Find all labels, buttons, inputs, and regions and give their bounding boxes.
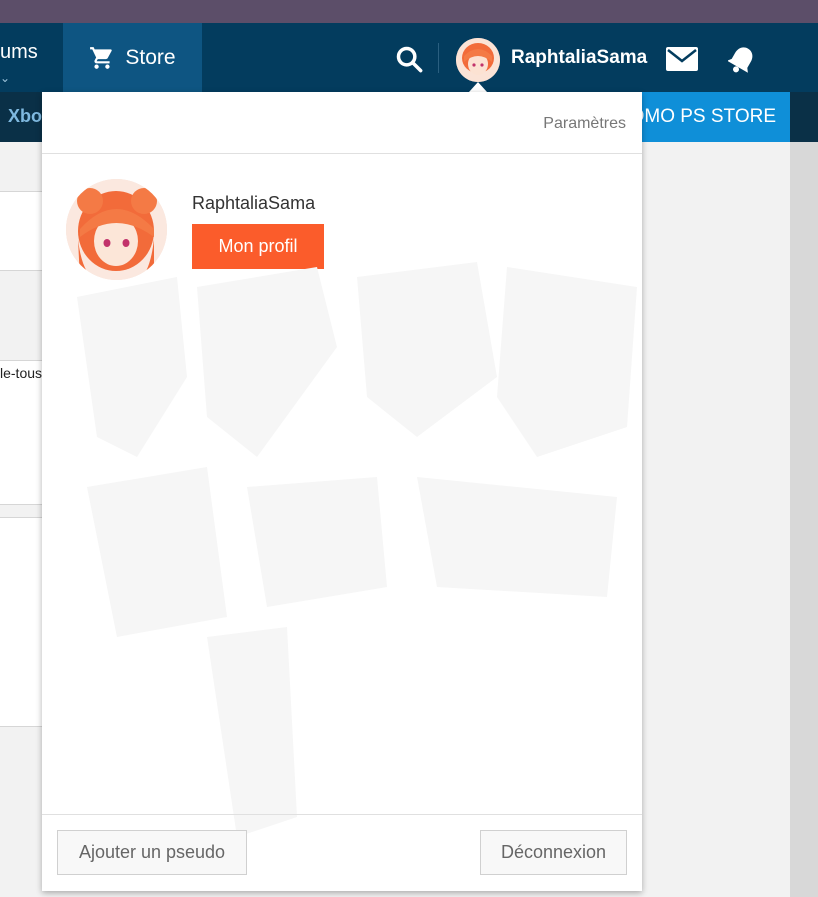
site-navbar: ums ⌄ Store RaphtaliaSama (0, 23, 818, 92)
account-dropdown: Paramètres RaphtaliaSama Mon profil Ajou… (42, 92, 642, 891)
background-watermark (77, 262, 637, 837)
background-card (0, 517, 42, 727)
subnav-xbox-link[interactable]: Xbo (8, 106, 42, 127)
nav-avatar[interactable] (456, 38, 500, 82)
nav-store-tab[interactable]: Store (63, 23, 202, 92)
browser-top-strip (0, 0, 818, 23)
dropdown-caret (469, 82, 487, 92)
cart-icon (90, 46, 113, 69)
settings-link[interactable]: Paramètres (543, 115, 626, 133)
nav-store-label: Store (125, 45, 176, 69)
promo-ps-store-button[interactable]: OMO PS STORE (626, 92, 790, 142)
avatar-image (456, 38, 500, 82)
nav-divider (438, 43, 439, 73)
background-snippet: le-tous (0, 365, 43, 381)
chevron-down-icon[interactable]: ⌄ (0, 71, 10, 85)
profile-username: RaphtaliaSama (192, 193, 316, 213)
divider (42, 153, 642, 154)
divider (42, 814, 642, 815)
nav-forums-label[interactable]: ums (0, 41, 38, 64)
mail-icon[interactable] (666, 47, 698, 71)
nav-username[interactable]: RaphtaliaSama (511, 47, 647, 69)
add-pseudo-button[interactable]: Ajouter un pseudo (57, 830, 247, 875)
bell-icon[interactable] (728, 45, 756, 75)
logout-button[interactable]: Déconnexion (480, 830, 627, 875)
background-card (0, 360, 42, 505)
background-card (0, 191, 42, 271)
search-icon[interactable] (395, 45, 423, 73)
right-column (790, 142, 818, 897)
